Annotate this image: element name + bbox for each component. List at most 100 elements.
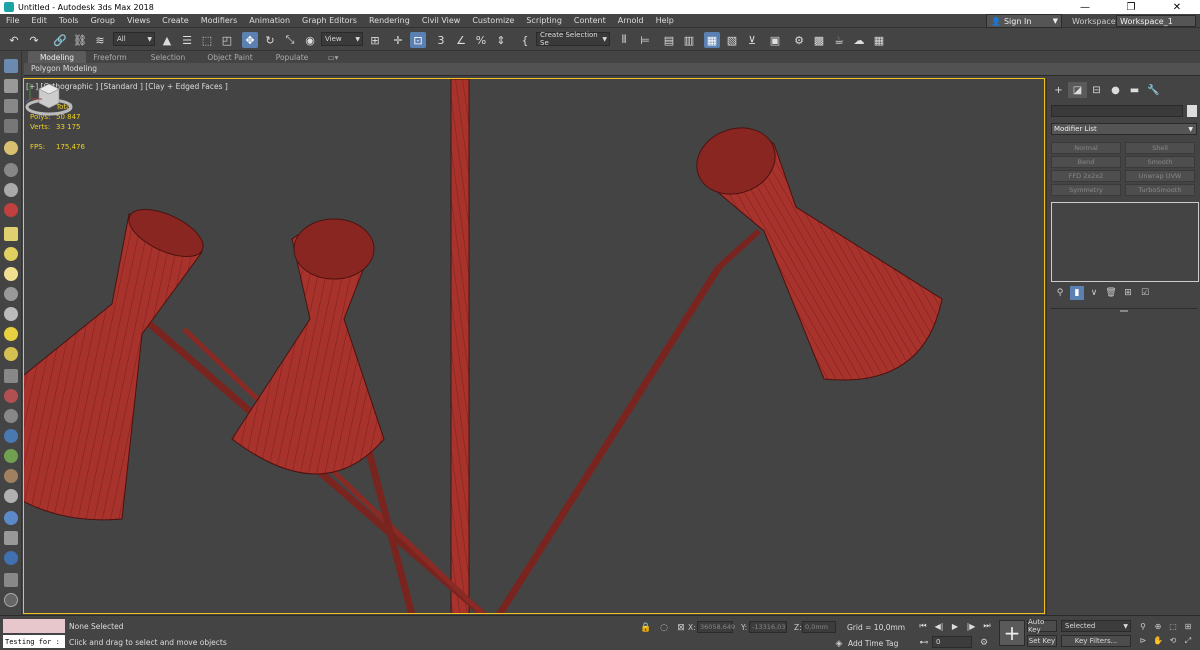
- panel-resize-grip[interactable]: [1120, 310, 1128, 312]
- yellow-box-icon[interactable]: [4, 227, 18, 241]
- render-production-icon[interactable]: ☕: [831, 32, 847, 48]
- select-object-icon[interactable]: ▲: [159, 32, 175, 48]
- show-end-result-icon[interactable]: ▮: [1070, 286, 1084, 300]
- figure-icon[interactable]: [4, 409, 18, 423]
- sphere-light-icon[interactable]: [4, 267, 18, 281]
- percent-snap-icon[interactable]: %: [473, 32, 489, 48]
- object-name-field[interactable]: [1051, 105, 1183, 117]
- document-icon[interactable]: [4, 573, 18, 587]
- render-in-cloud-icon[interactable]: ☁: [851, 32, 867, 48]
- configure-modifier-sets-icon[interactable]: ⊞: [1121, 286, 1135, 300]
- mirror-icon[interactable]: ⫴: [616, 32, 632, 48]
- select-and-scale-icon[interactable]: ⤡: [282, 32, 298, 48]
- zoom-extents-icon[interactable]: ⬚: [1166, 620, 1180, 633]
- workspace-dropdown[interactable]: Workspace_1: [1116, 15, 1196, 27]
- ribbon-options-icon[interactable]: ▭▾: [322, 51, 344, 63]
- spinner-snap-icon[interactable]: ⇕: [493, 32, 509, 48]
- menu-file[interactable]: File: [0, 16, 25, 25]
- play-icon[interactable]: ▶: [948, 620, 962, 632]
- reference-coordinate-dropdown[interactable]: View ▼: [321, 32, 363, 46]
- redo-icon[interactable]: ↷: [26, 32, 42, 48]
- modifier-list-dropdown[interactable]: Modifier List ▼: [1051, 123, 1197, 135]
- modify-tab-icon[interactable]: ◪: [1068, 82, 1087, 98]
- tab-populate[interactable]: Populate: [272, 51, 312, 63]
- material-editor-icon[interactable]: ▣: [767, 32, 783, 48]
- edit-modifier-icon[interactable]: ☑: [1138, 286, 1152, 300]
- people-icon[interactable]: [4, 203, 18, 217]
- grid-helper-icon[interactable]: [4, 369, 18, 383]
- link-icon[interactable]: 🔗: [52, 32, 68, 48]
- go-to-start-icon[interactable]: ⏮: [916, 620, 930, 632]
- cone-icon[interactable]: [4, 307, 18, 321]
- tree-icon[interactable]: [4, 449, 18, 463]
- teapot-icon[interactable]: [4, 489, 18, 503]
- set-key-button[interactable]: Set Key: [1027, 635, 1057, 647]
- key-filters-button[interactable]: Key Filters...: [1061, 635, 1131, 647]
- schematic-view-icon[interactable]: ⊻: [744, 32, 760, 48]
- keyboard-shortcut-override-icon[interactable]: ⊡: [410, 32, 426, 48]
- go-to-end-icon[interactable]: ⏭: [980, 620, 994, 632]
- motion-tab-icon[interactable]: ●: [1106, 82, 1125, 98]
- minimize-button[interactable]: —: [1062, 0, 1108, 14]
- x-coordinate-field[interactable]: 36058,649: [697, 621, 735, 633]
- sign-in-dropdown[interactable]: 👤 Sign In ▼: [986, 14, 1062, 28]
- menu-scripting[interactable]: Scripting: [520, 16, 568, 25]
- eye-icon[interactable]: [4, 287, 18, 301]
- isolate-selection-icon[interactable]: ◌: [658, 622, 670, 634]
- menu-graph-editors[interactable]: Graph Editors: [296, 16, 363, 25]
- modifier-normal-button[interactable]: Normal: [1051, 142, 1121, 154]
- modifier-smooth-button[interactable]: Smooth: [1125, 156, 1195, 168]
- tab-modeling[interactable]: Modeling: [28, 51, 86, 63]
- window-crossing-icon[interactable]: ◰: [219, 32, 235, 48]
- grid-layout-icon[interactable]: [4, 119, 18, 133]
- snaps-toggle-icon[interactable]: 3: [433, 32, 449, 48]
- pivot-center-icon[interactable]: ⊞: [367, 32, 383, 48]
- zoom-icon[interactable]: ⚲: [1136, 620, 1150, 633]
- modifier-ffd-button[interactable]: FFD 2x2x2: [1051, 170, 1121, 182]
- previous-frame-icon[interactable]: ◀|: [932, 620, 946, 632]
- sun-icon[interactable]: [4, 327, 18, 341]
- polygon-modeling-label[interactable]: Polygon Modeling: [31, 64, 97, 73]
- edit-named-selection-icon[interactable]: {: [517, 32, 533, 48]
- time-tag-icon[interactable]: ◈: [833, 638, 845, 650]
- auto-key-button[interactable]: Auto Key: [1027, 618, 1057, 634]
- menu-customize[interactable]: Customize: [466, 16, 520, 25]
- particle-icon[interactable]: [4, 389, 18, 403]
- field-of-view-icon[interactable]: ⊳: [1136, 634, 1150, 647]
- menu-modifiers[interactable]: Modifiers: [195, 16, 244, 25]
- yellow-sphere-icon[interactable]: [4, 347, 18, 361]
- current-frame-field[interactable]: 0: [932, 636, 972, 648]
- layer-explorer-icon[interactable]: ▥: [681, 32, 697, 48]
- menu-create[interactable]: Create: [156, 16, 195, 25]
- hierarchy-tab-icon[interactable]: ⊟: [1087, 82, 1106, 98]
- tab-freeform[interactable]: Freeform: [88, 51, 132, 63]
- display-tab-icon[interactable]: ▬: [1125, 82, 1144, 98]
- bind-space-warp-icon[interactable]: ≋: [92, 32, 108, 48]
- modifier-bend-button[interactable]: Bend: [1051, 156, 1121, 168]
- media-icon[interactable]: [4, 551, 18, 565]
- close-button[interactable]: ✕: [1154, 0, 1200, 14]
- selection-filter-dropdown[interactable]: All ▼: [113, 32, 155, 46]
- tab-selection[interactable]: Selection: [146, 51, 190, 63]
- speaker-icon[interactable]: [4, 183, 18, 197]
- menu-rendering[interactable]: Rendering: [363, 16, 416, 25]
- add-time-tag-button[interactable]: Add Time Tag: [848, 639, 898, 648]
- ribbon-toggle-icon[interactable]: ▦: [704, 32, 720, 48]
- menu-tools[interactable]: Tools: [53, 16, 85, 25]
- rendered-frame-window-icon[interactable]: ▩: [811, 32, 827, 48]
- create-tab-icon[interactable]: +: [1049, 82, 1068, 98]
- undo-icon[interactable]: ↶: [6, 32, 22, 48]
- menu-content[interactable]: Content: [568, 16, 612, 25]
- rectangular-selection-icon[interactable]: ⬚: [199, 32, 215, 48]
- unlink-icon[interactable]: ⛓: [72, 32, 88, 48]
- menu-civil-view[interactable]: Civil View: [416, 16, 467, 25]
- menu-group[interactable]: Group: [85, 16, 121, 25]
- select-by-name-icon[interactable]: ☰: [179, 32, 195, 48]
- make-unique-icon[interactable]: ∨: [1087, 286, 1101, 300]
- set-key-large-icon[interactable]: +: [999, 620, 1025, 646]
- modifier-shell-button[interactable]: Shell: [1125, 142, 1195, 154]
- absolute-mode-icon[interactable]: ⊠: [675, 622, 687, 634]
- layout-icon[interactable]: [4, 79, 18, 93]
- maxscript-mini-listener[interactable]: Testing for :: [3, 635, 65, 648]
- object-color-swatch[interactable]: [1187, 105, 1197, 117]
